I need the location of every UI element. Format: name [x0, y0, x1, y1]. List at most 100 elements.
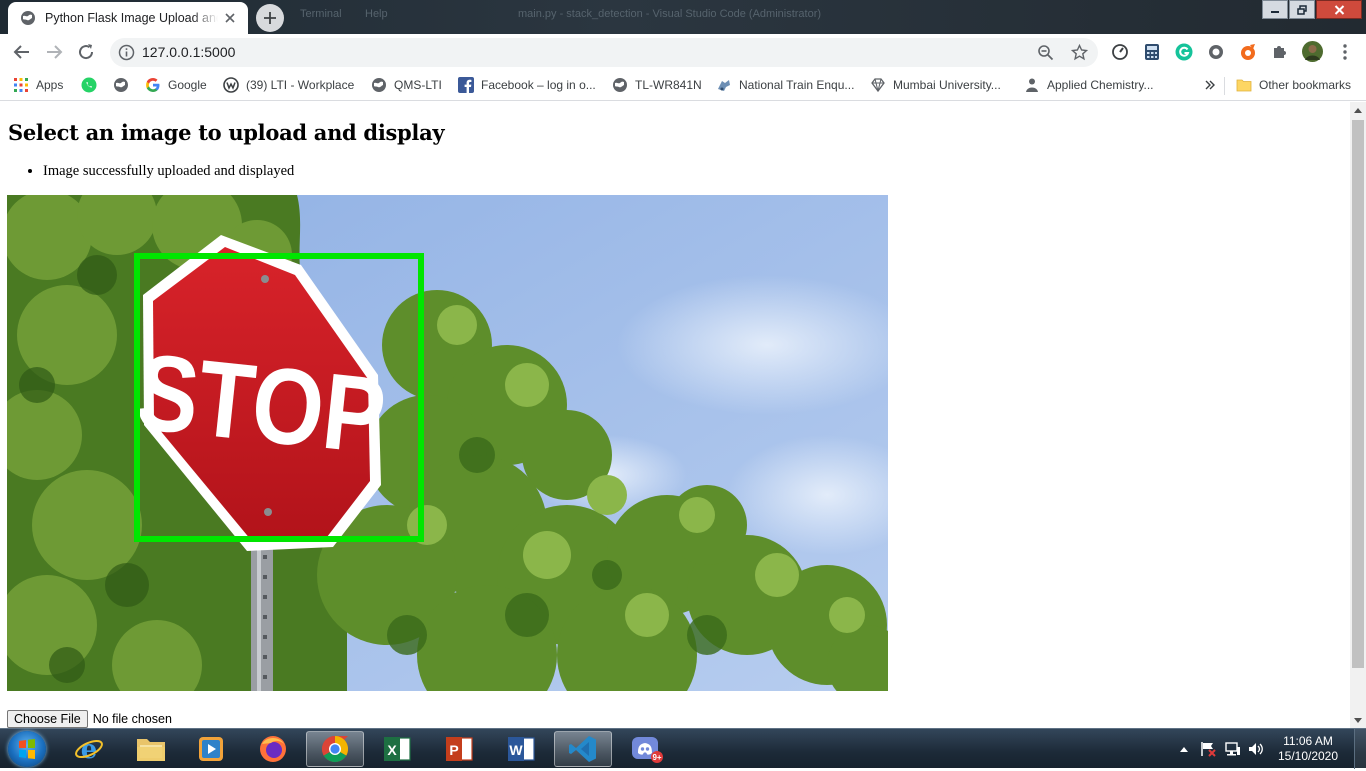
- url-text[interactable]: 127.0.0.1:5000: [142, 44, 235, 60]
- bookmark-label: QMS-LTI: [394, 78, 442, 92]
- bookmark-apps[interactable]: Apps: [13, 76, 63, 94]
- bookmark-lti-workplace[interactable]: (39) LTI - Workplace: [223, 76, 354, 94]
- taskbar-discord[interactable]: 9+: [618, 731, 676, 767]
- page-scrollbar[interactable]: [1350, 102, 1366, 728]
- bookmark-star-icon[interactable]: [1071, 44, 1088, 61]
- tab-close-icon[interactable]: [222, 10, 238, 26]
- window-minimize-button[interactable]: [1262, 0, 1288, 19]
- active-tab[interactable]: Python Flask Image Upload and Display: [8, 2, 248, 34]
- bookmark-label: Applied Chemistry...: [1047, 78, 1154, 92]
- profile-avatar[interactable]: [1302, 41, 1323, 62]
- grammarly-icon: [1175, 43, 1193, 61]
- taskbar-internet-explorer[interactable]: e: [60, 731, 118, 767]
- bookmark-tl-wr841n[interactable]: TL-WR841N: [612, 76, 702, 94]
- chevron-up-icon: [1180, 747, 1188, 752]
- internet-explorer-icon: e: [75, 735, 103, 764]
- tab-title: Python Flask Image Upload and Display: [45, 11, 218, 25]
- info-icon[interactable]: [118, 44, 135, 61]
- bookmark-qms-lti[interactable]: QMS-LTI: [371, 76, 442, 94]
- bookmark-label: National Train Enqu...: [739, 78, 855, 92]
- chrome-icon: [321, 735, 349, 763]
- record-icon: [1209, 45, 1223, 59]
- bookmark-label: TL-WR841N: [635, 78, 702, 92]
- new-tab-button[interactable]: [256, 4, 284, 32]
- minimize-icon: [1271, 10, 1279, 13]
- taskbar-file-explorer[interactable]: [122, 731, 180, 767]
- window-restore-button[interactable]: [1289, 0, 1315, 19]
- background-window-title: main.py - stack_detection - Visual Studi…: [518, 8, 822, 20]
- close-icon: [1334, 4, 1344, 15]
- tray-network[interactable]: [1225, 741, 1241, 757]
- bookmark-label: Apps: [36, 78, 64, 92]
- taskbar-powerpoint[interactable]: P: [430, 731, 488, 767]
- flash-messages: Image successfully uploaded and displaye…: [43, 163, 294, 180]
- scroll-up-arrow-icon[interactable]: [1354, 108, 1362, 113]
- word-icon: W: [508, 737, 535, 761]
- flag-icon: [1201, 742, 1216, 757]
- bookmark-google[interactable]: Google: [145, 76, 207, 94]
- window-close-button[interactable]: [1316, 0, 1362, 19]
- extension-calculator[interactable]: [1143, 43, 1161, 61]
- show-desktop-button[interactable]: [1354, 729, 1366, 769]
- folder-icon: [137, 739, 165, 761]
- taskbar-word[interactable]: W: [492, 731, 550, 767]
- page-heading: Select an image to upload and display: [8, 120, 445, 145]
- extension-grammarly[interactable]: [1175, 43, 1193, 61]
- svg-text:W: W: [509, 742, 523, 758]
- extension-speedometer[interactable]: [1111, 43, 1129, 61]
- taskbar-vscode[interactable]: [554, 731, 612, 767]
- speedometer-icon: [1112, 44, 1128, 60]
- browser-toolbar: 127.0.0.1:5000: [0, 34, 1366, 70]
- bookmark-applied-chemistry[interactable]: Applied Chemistry...: [1024, 76, 1153, 94]
- start-button[interactable]: [8, 731, 46, 767]
- page-content: Select an image to upload and display Im…: [0, 102, 1350, 728]
- tray-volume[interactable]: [1248, 741, 1264, 757]
- google-icon: [145, 77, 161, 93]
- person-icon: [1024, 77, 1040, 93]
- globe-icon: [21, 11, 35, 25]
- globe-icon: [371, 77, 387, 93]
- taskbar-chrome[interactable]: [306, 731, 364, 767]
- choose-file-button[interactable]: Choose File: [7, 710, 88, 728]
- system-clock[interactable]: 11:06 AM 15/10/2020: [1272, 734, 1344, 764]
- address-bar[interactable]: 127.0.0.1:5000: [110, 38, 1098, 67]
- bookmark-whatsapp[interactable]: [81, 76, 104, 94]
- background-window-menu-terminal: Terminal: [300, 8, 342, 20]
- scrollbar-thumb[interactable]: [1352, 120, 1364, 668]
- bookmark-national-train[interactable]: National Train Enqu...: [716, 76, 854, 94]
- zoom-out-icon[interactable]: [1037, 44, 1054, 61]
- bookmark-label: Other bookmarks: [1259, 78, 1352, 92]
- bookmark-label: Mumbai University...: [893, 78, 1001, 92]
- taskbar-firefox[interactable]: [244, 731, 302, 767]
- extension-record[interactable]: [1207, 43, 1225, 61]
- bookmark-globe[interactable]: [113, 76, 136, 94]
- workplace-icon: [223, 77, 239, 93]
- taskbar-excel[interactable]: X: [368, 731, 426, 767]
- excel-icon: X: [384, 737, 411, 761]
- forward-button[interactable]: [42, 40, 66, 64]
- svg-text:e: e: [81, 735, 98, 764]
- file-status-text: No file chosen: [92, 712, 172, 726]
- bookmark-facebook[interactable]: Facebook – log in o...: [458, 76, 596, 94]
- chrome-menu-button[interactable]: [1336, 43, 1354, 61]
- bookmark-mumbai-university[interactable]: Mumbai University...: [870, 76, 1001, 94]
- calculator-icon: [1145, 44, 1159, 60]
- taskbar-media-player[interactable]: [182, 731, 240, 767]
- train-icon: [716, 77, 732, 93]
- extensions-menu-button[interactable]: [1271, 43, 1289, 61]
- discord-icon: 9+: [632, 737, 663, 763]
- extension-orange[interactable]: [1239, 43, 1257, 61]
- windows-logo-icon: [19, 739, 35, 759]
- tray-action-center[interactable]: [1200, 741, 1216, 757]
- network-icon: [1225, 742, 1240, 756]
- globe-icon: [113, 77, 129, 93]
- reload-button[interactable]: [74, 40, 98, 64]
- back-button[interactable]: [10, 40, 34, 64]
- firefox-icon: [260, 736, 286, 762]
- clock-time: 11:06 AM: [1283, 734, 1333, 748]
- bookmarks-overflow-button[interactable]: [1204, 76, 1216, 94]
- arrow-left-icon: [13, 45, 29, 59]
- scroll-down-arrow-icon[interactable]: [1354, 718, 1362, 723]
- tray-show-hidden-icons[interactable]: [1176, 741, 1192, 757]
- bookmark-other-bookmarks[interactable]: Other bookmarks: [1236, 76, 1351, 94]
